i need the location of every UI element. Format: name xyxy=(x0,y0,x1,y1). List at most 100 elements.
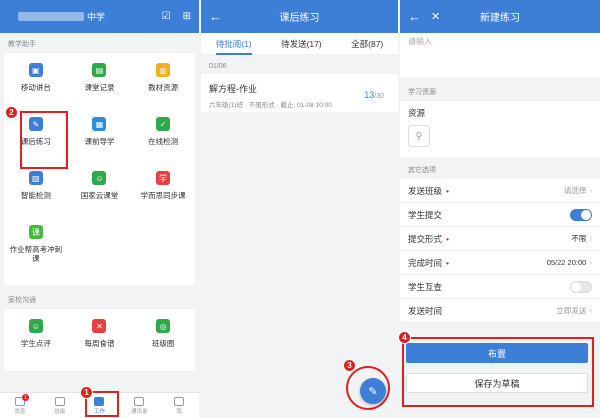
app-tile[interactable]: ☺ 学生点评 xyxy=(4,315,68,369)
nav-icon xyxy=(174,396,185,406)
nav-icon xyxy=(134,396,145,406)
add-resource-button[interactable]: ⚲ xyxy=(408,125,430,147)
app-tile-icon: ▤ xyxy=(92,63,107,77)
app-tile[interactable]: 学学而思同步课 xyxy=(131,167,195,221)
option-rows: 发送班级 • 请选择 › 学生提交 提交形式 • 不限 › 完成时间 • 05/22 20:00 › 学生… xyxy=(400,179,600,323)
chevron-right-icon: › xyxy=(589,186,592,195)
homework-total-count: /30 xyxy=(374,93,384,100)
callout-4: 4 xyxy=(398,331,411,344)
option-row[interactable]: 发送班级 • 请选择 › xyxy=(400,179,600,203)
option-label-text: 学生提交 xyxy=(408,209,443,220)
app-tile-label: 课堂记录 xyxy=(84,83,115,92)
practice-tabs: 待批阅(1) 待发送(17) 全部(87) xyxy=(201,33,398,55)
app-tile[interactable]: ▦ 课前导学 xyxy=(68,113,132,167)
option-label: 学生提交 xyxy=(408,209,570,221)
nav-icon xyxy=(54,396,65,406)
nav-item[interactable]: 通讯录 xyxy=(119,393,159,418)
option-value: 05/22 20:00 xyxy=(546,258,587,267)
nav-item[interactable]: 我 xyxy=(159,393,199,418)
app-tile[interactable]: ☺ 国家云课堂 xyxy=(68,167,132,221)
new-practice-topbar: ← ✕ 新建练习 xyxy=(400,0,600,33)
option-label: 提交形式 • xyxy=(408,233,571,245)
option-row[interactable]: 发送时间 立即发送 › xyxy=(400,299,600,323)
app-tile-label: 每周食谱 xyxy=(84,339,115,348)
app-tile[interactable]: ✓ 在线检测 xyxy=(131,113,195,167)
option-row[interactable]: 学生互查 xyxy=(400,275,600,299)
section-resources-label: 学习资源 xyxy=(408,89,436,96)
callout-3: 3 xyxy=(343,359,356,372)
content-input[interactable]: 请输入 xyxy=(400,33,600,77)
homework-card[interactable]: 解方程-作业 六年级(1)班 · 不限形式 · 截止: 01-08 10:00 … xyxy=(201,74,398,112)
content-input-placeholder: 请输入 xyxy=(408,37,432,46)
app-tile-label: 教材资源 xyxy=(148,83,179,92)
app-tile-icon: 课 xyxy=(28,225,43,239)
paperclip-icon: ⚲ xyxy=(415,130,423,142)
chevron-right-icon: › xyxy=(589,258,592,267)
back-arrow-icon[interactable]: ← xyxy=(408,10,421,23)
required-marker: • xyxy=(446,185,449,196)
option-label-text: 学生互查 xyxy=(408,281,443,292)
app-tile-label: 移动讲台 xyxy=(20,83,51,92)
app-tile[interactable]: ◎ 班级圈 xyxy=(131,315,195,369)
app-tile-icon: 学 xyxy=(156,171,171,185)
resources-label: 资源 xyxy=(408,108,426,118)
app-tile-label: 学而思同步课 xyxy=(140,191,186,200)
tab-all[interactable]: 全部(87) xyxy=(347,33,387,55)
nav-label: 我 xyxy=(176,408,182,415)
app-tile-icon: ▧ xyxy=(28,171,43,185)
app-tile-icon: ▥ xyxy=(156,63,171,77)
option-value: 立即发送 xyxy=(556,306,587,315)
nav-item[interactable]: 消息 1 xyxy=(0,393,40,418)
highlight-homework-item xyxy=(20,111,68,169)
nav-label: 消息 xyxy=(14,408,26,415)
option-row[interactable]: 完成时间 • 05/22 20:00 › xyxy=(400,251,600,275)
practice-title: 课后练习 xyxy=(279,13,320,24)
option-row[interactable]: 学生提交 xyxy=(400,203,600,227)
peer-review-toggle[interactable] xyxy=(570,280,592,293)
app-tile[interactable]: ▤ 课堂记录 xyxy=(68,59,132,113)
nav-item[interactable]: 班级 xyxy=(40,393,80,418)
unread-badge: 1 xyxy=(22,394,29,401)
callout-2: 2 xyxy=(5,106,18,119)
app-tile-icon: ▣ xyxy=(28,63,43,77)
scan-icon[interactable]: ⊞ xyxy=(183,11,191,22)
tab-pending-review[interactable]: 待批阅(1) xyxy=(212,33,256,55)
app-tile[interactable]: ✕ 每周食谱 xyxy=(68,315,132,369)
app-tile-icon: ☺ xyxy=(92,171,107,185)
date-header: 01/06 xyxy=(209,63,227,70)
option-value: 不限 xyxy=(571,234,587,243)
tab-pending-send[interactable]: 待发送(17) xyxy=(277,33,326,55)
section-teaching-label: 教学助手 xyxy=(8,41,36,48)
student-submit-toggle[interactable] xyxy=(570,208,592,221)
option-row[interactable]: 提交形式 • 不限 › xyxy=(400,227,600,251)
app-tile[interactable]: 课作业帮高考冲刺课 xyxy=(4,221,68,283)
homework-done-count: 13 xyxy=(364,90,375,100)
practice-list-panel: ← 课后练习 待批阅(1) 待发送(17) 全部(87) 01/06 解方程-作… xyxy=(201,0,398,418)
back-arrow-icon[interactable]: ← xyxy=(209,10,222,23)
homework-title: 解方程-作业 xyxy=(209,84,257,94)
app-tile-label: 班级圈 xyxy=(151,339,175,348)
app-tile[interactable]: ▣ 移动讲台 xyxy=(4,59,68,113)
option-label-text: 发送时间 xyxy=(408,305,443,316)
option-label: 发送时间 xyxy=(408,305,556,317)
highlight-actions xyxy=(402,337,594,407)
chevron-right-icon: › xyxy=(589,234,592,243)
school-name-blurred xyxy=(18,12,84,21)
new-practice-title: 新建练习 xyxy=(480,13,520,24)
checklist-icon[interactable]: ☑ xyxy=(162,11,171,22)
toggle-knob xyxy=(571,281,581,292)
nav-label: 通讯录 xyxy=(131,408,148,415)
toggle-knob xyxy=(581,209,591,220)
app-tile-icon: ✕ xyxy=(92,319,107,333)
option-label: 完成时间 • xyxy=(408,257,547,269)
app-tile-icon: ✓ xyxy=(156,117,171,131)
resources-block: 资源 ⚲ xyxy=(400,101,600,157)
app-tile-label: 学生点评 xyxy=(20,339,51,348)
work-panel: 中学 ☑ ⊞ 教学助手 ▣ 移动讲台 ▤ 课堂记录 ▥ 教材资源 ✎ 课后练习 ▦ 课前导学 ✓ 在线… xyxy=(0,0,199,418)
app-tile-icon: ☺ xyxy=(28,319,43,333)
app-tile[interactable]: ▧ 智能检测 xyxy=(4,167,68,221)
app-tile-label: 国家云课堂 xyxy=(80,191,119,200)
close-icon[interactable]: ✕ xyxy=(431,10,440,23)
app-tile[interactable]: ▥ 教材资源 xyxy=(131,59,195,113)
required-marker: • xyxy=(446,257,449,268)
